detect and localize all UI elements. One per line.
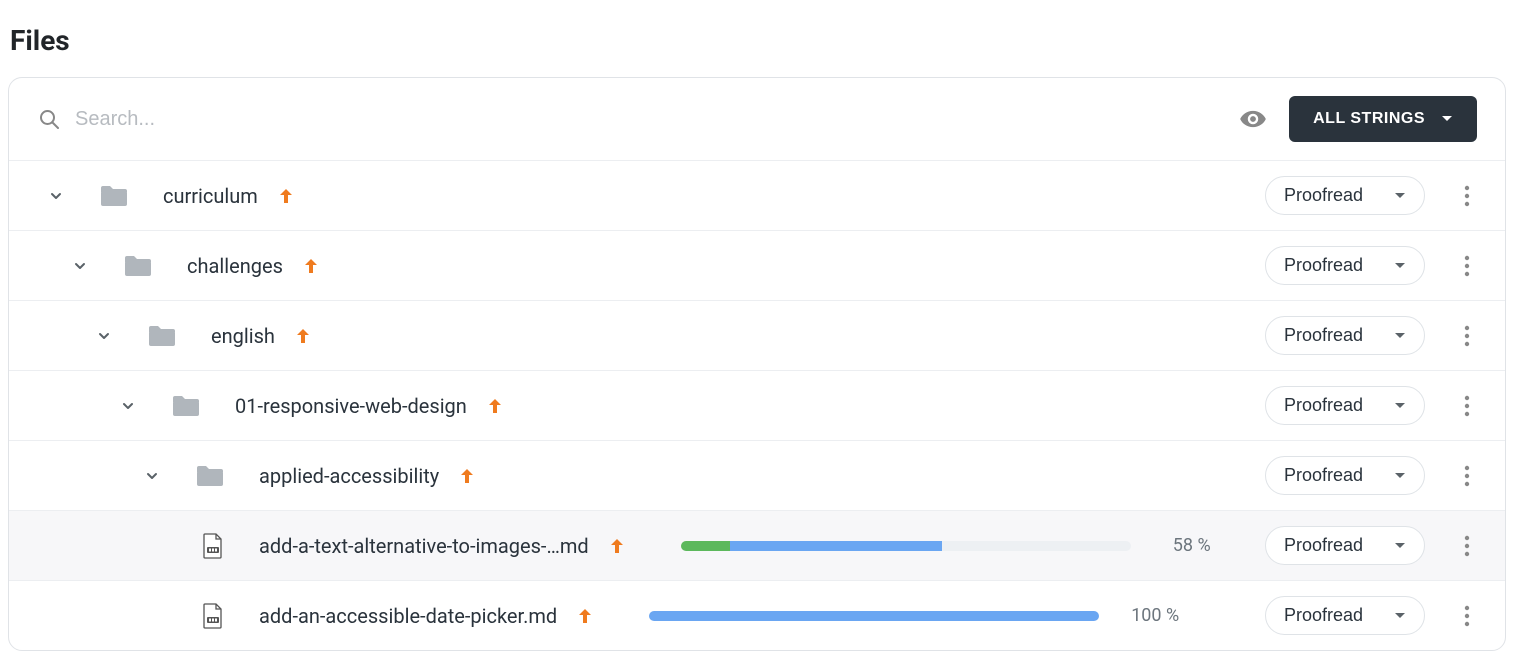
- folder-row[interactable]: applied-accessibility Proofread: [9, 440, 1505, 510]
- markdown-file-icon: [201, 603, 225, 629]
- up-arrow-icon[interactable]: [457, 466, 477, 486]
- progress-wrap: 100 %: [649, 605, 1179, 626]
- more-menu-icon[interactable]: [1449, 598, 1485, 634]
- row-name: add-a-text-alternative-to-images-…md: [259, 534, 589, 558]
- proofread-button[interactable]: Proofread: [1265, 456, 1425, 495]
- chevron-down-icon[interactable]: [93, 325, 115, 347]
- row-name: curriculum: [163, 184, 258, 208]
- folder-icon: [171, 394, 201, 418]
- progress-wrap: 58 %: [681, 535, 1211, 556]
- proofread-button[interactable]: Proofread: [1265, 526, 1425, 565]
- row-name: applied-accessibility: [259, 464, 439, 488]
- folder-row[interactable]: challenges Proofread: [9, 230, 1505, 300]
- up-arrow-icon[interactable]: [301, 256, 321, 276]
- folder-icon: [123, 254, 153, 278]
- proofread-button[interactable]: Proofread: [1265, 316, 1425, 355]
- toolbar: ALL STRINGS: [9, 78, 1505, 160]
- row-name: challenges: [187, 254, 283, 278]
- row-name: english: [211, 324, 275, 348]
- caret-down-icon: [1441, 115, 1453, 123]
- more-menu-icon[interactable]: [1449, 178, 1485, 214]
- folder-row[interactable]: 01-responsive-web-design Proofread: [9, 370, 1505, 440]
- proofread-label: Proofread: [1284, 535, 1363, 556]
- search-icon: [37, 107, 61, 131]
- proofread-button[interactable]: Proofread: [1265, 596, 1425, 635]
- row-name: 01-responsive-web-design: [235, 394, 467, 418]
- folder-icon: [99, 184, 129, 208]
- more-menu-icon[interactable]: [1449, 528, 1485, 564]
- progress-bar: [681, 541, 1131, 551]
- more-menu-icon[interactable]: [1449, 318, 1485, 354]
- up-arrow-icon[interactable]: [485, 396, 505, 416]
- progress-translated-segment: [649, 611, 1099, 621]
- caret-down-icon: [1394, 262, 1406, 270]
- folder-row[interactable]: curriculum Proofread: [9, 160, 1505, 230]
- more-menu-icon[interactable]: [1449, 388, 1485, 424]
- proofread-button[interactable]: Proofread: [1265, 176, 1425, 215]
- search-input[interactable]: [75, 108, 1217, 131]
- file-row[interactable]: add-a-text-alternative-to-images-…md 58 %…: [9, 510, 1505, 580]
- more-menu-icon[interactable]: [1449, 458, 1485, 494]
- progress-bar: [649, 611, 1099, 621]
- progress-percent: 100 %: [1119, 605, 1179, 626]
- chevron-down-icon[interactable]: [117, 395, 139, 417]
- up-arrow-icon[interactable]: [293, 326, 313, 346]
- proofread-label: Proofread: [1284, 465, 1363, 486]
- proofread-label: Proofread: [1284, 325, 1363, 346]
- up-arrow-icon[interactable]: [575, 606, 595, 626]
- search-wrap: [37, 107, 1217, 131]
- progress-translated-segment: [730, 541, 942, 551]
- folder-row[interactable]: english Proofread: [9, 300, 1505, 370]
- caret-down-icon: [1394, 402, 1406, 410]
- proofread-label: Proofread: [1284, 605, 1363, 626]
- proofread-button[interactable]: Proofread: [1265, 386, 1425, 425]
- folder-icon: [195, 464, 225, 488]
- files-panel: ALL STRINGS curriculumProofreadchallenge…: [8, 77, 1506, 651]
- chevron-down-icon[interactable]: [45, 185, 67, 207]
- caret-down-icon: [1394, 542, 1406, 550]
- up-arrow-icon[interactable]: [276, 186, 296, 206]
- caret-down-icon: [1394, 332, 1406, 340]
- row-name: add-an-accessible-date-picker.md: [259, 604, 557, 628]
- caret-down-icon: [1394, 192, 1406, 200]
- visibility-toggle-icon[interactable]: [1233, 99, 1273, 139]
- file-row[interactable]: add-an-accessible-date-picker.md 100 % Pro…: [9, 580, 1505, 650]
- all-strings-label: ALL STRINGS: [1313, 110, 1425, 128]
- all-strings-button[interactable]: ALL STRINGS: [1289, 96, 1477, 142]
- up-arrow-icon[interactable]: [607, 536, 627, 556]
- proofread-label: Proofread: [1284, 395, 1363, 416]
- proofread-button[interactable]: Proofread: [1265, 246, 1425, 285]
- proofread-label: Proofread: [1284, 255, 1363, 276]
- proofread-label: Proofread: [1284, 185, 1363, 206]
- chevron-down-icon[interactable]: [141, 465, 163, 487]
- chevron-down-icon[interactable]: [69, 255, 91, 277]
- more-menu-icon[interactable]: [1449, 248, 1485, 284]
- caret-down-icon: [1394, 472, 1406, 480]
- progress-approved-segment: [681, 541, 731, 551]
- markdown-file-icon: [201, 533, 225, 559]
- progress-percent: 58 %: [1151, 535, 1211, 556]
- caret-down-icon: [1394, 612, 1406, 620]
- folder-icon: [147, 324, 177, 348]
- page-title: Files: [10, 24, 1506, 57]
